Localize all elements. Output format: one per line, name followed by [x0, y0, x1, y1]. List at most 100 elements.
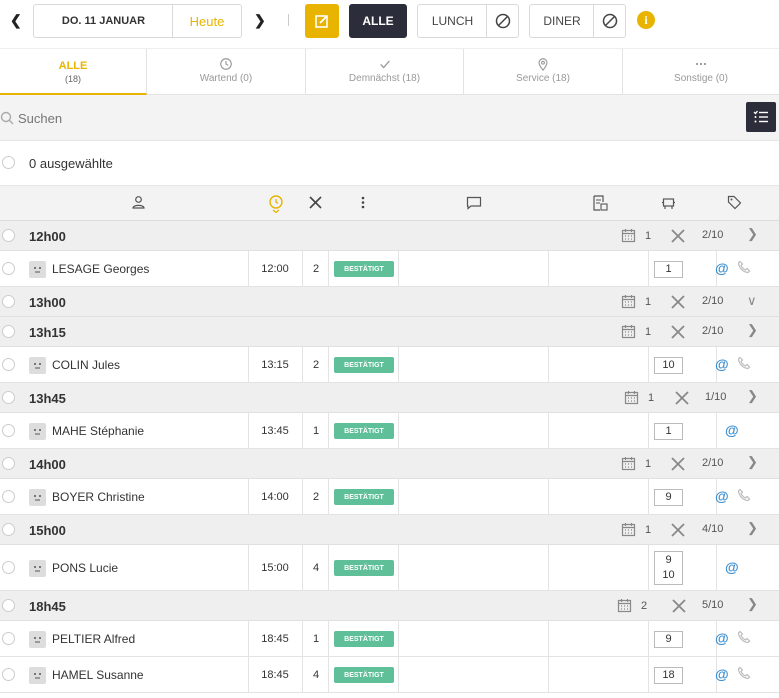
table-number[interactable]: 9	[654, 631, 683, 648]
time-group-header[interactable]: 12h00 1 2/10 ❯	[0, 221, 779, 251]
info-icon[interactable]: i	[637, 11, 655, 29]
status-badge[interactable]: BESTÄTIGT	[334, 357, 394, 373]
guest-name[interactable]: MAHE Stéphanie	[52, 424, 144, 438]
email-icon[interactable]: @	[725, 559, 739, 575]
edit-button[interactable]	[305, 4, 339, 38]
select-all-checkbox[interactable]	[2, 156, 15, 169]
date-button[interactable]: DO. 11 JANUAR	[33, 4, 173, 38]
row-checkbox[interactable]	[2, 632, 15, 645]
list-view-button[interactable]	[746, 102, 776, 132]
chevron-right-icon[interactable]: ❯	[254, 12, 266, 29]
tag-icon[interactable]	[727, 195, 742, 210]
table-number-2: 10	[662, 569, 675, 581]
table-number[interactable]: 1	[654, 261, 683, 278]
clock-icon	[220, 58, 232, 70]
chevron-left-icon[interactable]: ❮	[10, 12, 22, 29]
block-icon	[495, 13, 510, 29]
chevron-right-icon[interactable]: ❯	[747, 454, 758, 470]
email-icon[interactable]: @	[715, 356, 729, 372]
filter-lunch-button[interactable]: LUNCH	[417, 4, 487, 38]
table-icon[interactable]	[661, 196, 676, 210]
cell-divider	[302, 413, 303, 448]
group-checkbox[interactable]	[2, 599, 15, 612]
group-checkbox[interactable]	[2, 325, 15, 338]
chevron-right-icon[interactable]: ❯	[747, 388, 758, 404]
time-group-header[interactable]: 13h00 1 2/10 ∨	[0, 287, 779, 317]
reservation-row[interactable]: MAHE Stéphanie 13:45 1 BESTÄTIGT 1 @	[0, 413, 779, 449]
row-checkbox[interactable]	[2, 262, 15, 275]
group-time: 18h45	[29, 599, 66, 614]
tab-all[interactable]: ALLE (18)	[0, 49, 147, 95]
person-icon[interactable]	[131, 195, 146, 210]
email-icon[interactable]: @	[715, 488, 729, 504]
table-number[interactable]: 9 10	[654, 551, 683, 585]
email-icon[interactable]: @	[715, 666, 729, 682]
table-number[interactable]: 1	[654, 423, 683, 440]
guest-name[interactable]: PELTIER Alfred	[52, 632, 135, 646]
email-icon[interactable]: @	[715, 260, 729, 276]
group-checkbox[interactable]	[2, 391, 15, 404]
row-checkbox[interactable]	[2, 561, 15, 574]
reservation-row[interactable]: PONS Lucie 15:00 4 BESTÄTIGT 9 10 @	[0, 545, 779, 591]
chevron-right-icon[interactable]: ❯	[747, 322, 758, 338]
row-checkbox[interactable]	[2, 668, 15, 681]
guest-name[interactable]: BOYER Christine	[52, 490, 145, 504]
guest-name[interactable]: HAMEL Susanne	[52, 668, 144, 682]
guest-name[interactable]: LESAGE Georges	[52, 262, 149, 276]
reservation-row[interactable]: PELTIER Alfred 18:45 1 BESTÄTIGT 9 @	[0, 621, 779, 657]
status-badge[interactable]: BESTÄTIGT	[334, 489, 394, 505]
time-group-header[interactable]: 18h45 2 5/10 ❯	[0, 591, 779, 621]
table-number[interactable]: 10	[654, 357, 683, 374]
group-checkbox[interactable]	[2, 295, 15, 308]
today-button[interactable]: Heute	[172, 4, 242, 38]
diner-block-button[interactable]	[593, 4, 626, 38]
lunch-block-button[interactable]	[486, 4, 519, 38]
row-checkbox[interactable]	[2, 490, 15, 503]
status-badge[interactable]: BESTÄTIGT	[334, 560, 394, 576]
clock-sort-icon[interactable]	[268, 195, 284, 213]
more-vertical-icon[interactable]	[358, 195, 368, 210]
guest-name[interactable]: PONS Lucie	[52, 561, 118, 575]
status-badge[interactable]: BESTÄTIGT	[334, 261, 394, 277]
chevron-right-icon[interactable]: ❯	[747, 520, 758, 536]
search-input[interactable]	[18, 107, 618, 129]
table-number[interactable]: 9	[654, 489, 683, 506]
invoice-icon[interactable]	[592, 195, 608, 211]
time-group-header[interactable]: 13h45 1 1/10 ❯	[0, 383, 779, 413]
phone-icon[interactable]	[737, 630, 751, 647]
phone-icon[interactable]	[737, 488, 751, 505]
filter-all-button[interactable]: ALLE	[349, 4, 407, 38]
phone-icon[interactable]	[737, 356, 751, 373]
status-badge[interactable]: BESTÄTIGT	[334, 667, 394, 683]
email-icon[interactable]: @	[725, 422, 739, 438]
reservation-row[interactable]: COLIN Jules 13:15 2 BESTÄTIGT 10 @	[0, 347, 779, 383]
time-group-header[interactable]: 15h00 1 4/10 ❯	[0, 515, 779, 545]
status-badge[interactable]: BESTÄTIGT	[334, 631, 394, 647]
filter-diner-button[interactable]: DINER	[529, 4, 594, 38]
comment-icon[interactable]	[466, 196, 482, 210]
tab-waiting[interactable]: Wartend (0)	[147, 49, 306, 95]
group-checkbox[interactable]	[2, 457, 15, 470]
tab-service[interactable]: Service (18)	[464, 49, 623, 95]
phone-icon[interactable]	[737, 260, 751, 277]
tab-other[interactable]: Sonstige (0)	[623, 49, 779, 95]
row-checkbox[interactable]	[2, 424, 15, 437]
reservation-row[interactable]: BOYER Christine 14:00 2 BESTÄTIGT 9 @	[0, 479, 779, 515]
email-icon[interactable]: @	[715, 630, 729, 646]
time-group-header[interactable]: 14h00 1 2/10 ❯	[0, 449, 779, 479]
chevron-right-icon[interactable]: ❯	[747, 596, 758, 612]
guest-name[interactable]: COLIN Jules	[52, 358, 120, 372]
group-checkbox[interactable]	[2, 523, 15, 536]
time-group-header[interactable]: 13h15 1 2/10 ❯	[0, 317, 779, 347]
table-number[interactable]: 18	[654, 667, 683, 684]
cutlery-icon[interactable]	[308, 195, 323, 210]
group-checkbox[interactable]	[2, 229, 15, 242]
reservation-row[interactable]: HAMEL Susanne 18:45 4 BESTÄTIGT 18 @	[0, 657, 779, 693]
tab-upcoming[interactable]: Demnächst (18)	[306, 49, 464, 95]
row-checkbox[interactable]	[2, 358, 15, 371]
phone-icon[interactable]	[737, 666, 751, 683]
chevron-right-icon[interactable]: ❯	[747, 226, 758, 242]
chevron-down-icon[interactable]: ∨	[747, 293, 757, 309]
status-badge[interactable]: BESTÄTIGT	[334, 423, 394, 439]
reservation-row[interactable]: LESAGE Georges 12:00 2 BESTÄTIGT 1 @	[0, 251, 779, 287]
